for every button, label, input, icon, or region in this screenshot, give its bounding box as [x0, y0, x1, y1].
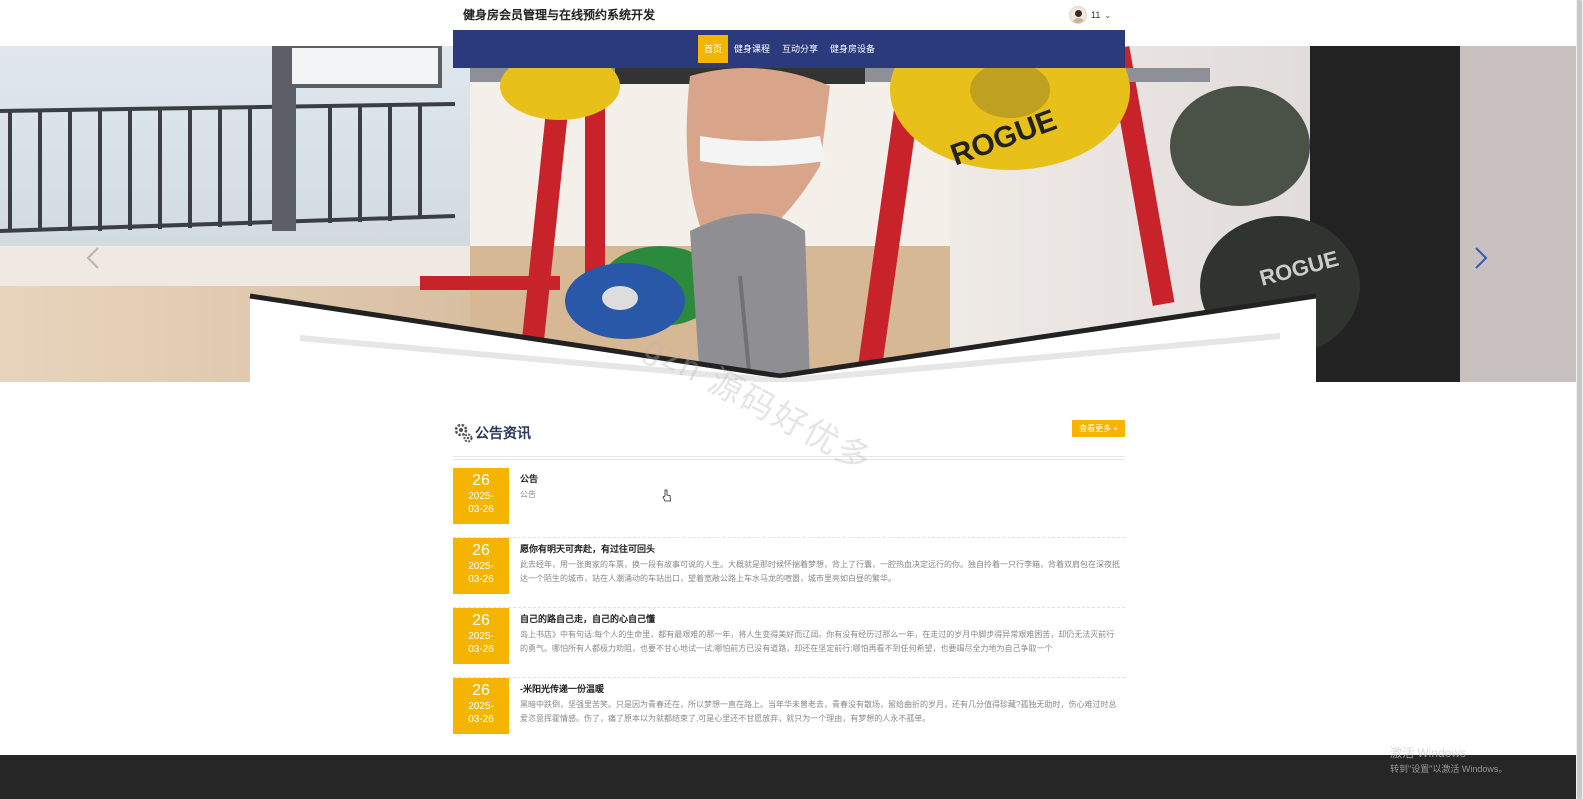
news-summary: 黑暗中跌倒，坚强里苦笑。只是因为青春还在，所以梦想一直在路上。当年华未曾老去，青…	[520, 700, 1117, 723]
activation-title: 激活 Windows	[1390, 746, 1467, 760]
gear-icon	[454, 423, 473, 443]
date-year: 2025-	[468, 561, 494, 572]
chevron-down-icon[interactable]: ⌄	[1104, 11, 1111, 20]
section-divider	[453, 456, 1125, 460]
scrollbar-thumb[interactable]	[1577, 0, 1582, 799]
news-title[interactable]: -米阳光传递一份温暖	[520, 682, 604, 695]
banner-image: ROGUE ROGUE	[0, 46, 1576, 382]
date-badge: 26 2025- 03-26	[453, 468, 509, 524]
news-title[interactable]: 公告	[520, 472, 538, 485]
announcement-list: 26 2025- 03-26 公告 公告 26 2025- 03-26 愿你有明…	[453, 468, 1125, 748]
date-month-day: 03-26	[468, 644, 494, 655]
nav-item-share[interactable]: 互动分享	[776, 35, 824, 63]
date-day: 26	[472, 542, 490, 559]
user-name[interactable]: 11	[1091, 10, 1100, 20]
hand-cursor-icon	[662, 489, 671, 502]
windows-activation-notice: 激活 Windows 转到"设置"以激活 Windows。	[1390, 744, 1507, 775]
nav-item-home[interactable]: 首页	[698, 35, 729, 63]
user-menu[interactable]: 11 ⌄	[1069, 3, 1111, 27]
news-summary: 岛上书店》中有句话:每个人的生命里，都有最艰难的那一年，将人生变得美好而辽阔。你…	[520, 630, 1115, 653]
news-summary: 公告	[520, 490, 536, 499]
activation-subtitle: 转到"设置"以激活 Windows。	[1390, 764, 1508, 774]
list-item[interactable]: 26 2025- 03-26 自己的路自己走，自己的心自己懂 岛上书店》中有句话…	[453, 608, 1125, 678]
list-item[interactable]: 26 2025- 03-26 愿你有明天可奔赴，有过往可回头 此去经年，用一张离…	[453, 538, 1125, 608]
date-day: 26	[472, 612, 490, 629]
announcement-header: 公告资讯 查看更多 +	[453, 418, 1125, 458]
date-day: 26	[472, 472, 490, 489]
date-month-day: 03-26	[468, 504, 494, 515]
news-summary: 此去经年，用一张离家的车票，换一段有故事可说的人生。大概就是那时候怀揣着梦想，背…	[520, 560, 1120, 583]
news-title[interactable]: 自己的路自己走，自己的心自己懂	[520, 612, 655, 625]
hero-banner: ROGUE ROGUE	[0, 46, 1576, 382]
list-item[interactable]: 26 2025- 03-26 -米阳光传递一份温暖 黑暗中跌倒，坚强里苦笑。只是…	[453, 678, 1125, 748]
nav-item-equipment[interactable]: 健身房设备	[824, 35, 881, 63]
date-day: 26	[472, 682, 490, 699]
main-nav: 首页 健身课程 互动分享 健身房设备	[453, 30, 1125, 68]
date-month-day: 03-26	[468, 574, 494, 585]
news-title[interactable]: 愿你有明天可奔赴，有过往可回头	[520, 542, 655, 555]
section-title: 公告资讯	[475, 425, 531, 441]
footer	[0, 755, 1576, 799]
site-title: 健身房会员管理与在线预约系统开发	[463, 8, 656, 22]
date-month-day: 03-26	[468, 714, 494, 725]
date-year: 2025-	[468, 631, 494, 642]
date-badge: 26 2025- 03-26	[453, 678, 509, 734]
date-badge: 26 2025- 03-26	[453, 538, 509, 594]
date-badge: 26 2025- 03-26	[453, 608, 509, 664]
top-header: 健身房会员管理与在线预约系统开发 11 ⌄	[0, 0, 1583, 30]
date-year: 2025-	[468, 491, 494, 502]
nav-item-courses[interactable]: 健身课程	[728, 35, 776, 63]
list-item[interactable]: 26 2025- 03-26 公告 公告	[453, 468, 1125, 538]
chevron-right-icon[interactable]	[1474, 246, 1488, 270]
chevron-left-icon[interactable]	[86, 246, 100, 270]
date-year: 2025-	[468, 701, 494, 712]
avatar[interactable]	[1069, 6, 1087, 24]
view-more-button[interactable]: 查看更多 +	[1072, 420, 1125, 437]
